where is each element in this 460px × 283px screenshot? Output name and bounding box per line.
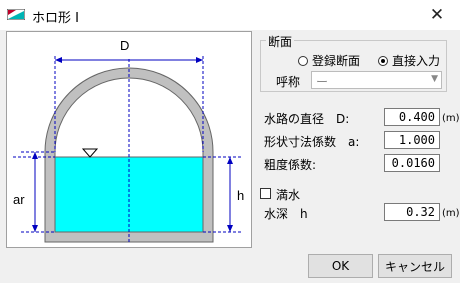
cross-section-diagram: D ar h — [6, 31, 252, 248]
radio-registered-label: 登録断面 — [312, 54, 361, 68]
radio-direct-dot[interactable] — [378, 55, 388, 66]
label-d: D — [120, 38, 129, 53]
full-water-checkbox[interactable] — [260, 188, 271, 199]
label-h: h — [237, 188, 244, 203]
name-select[interactable]: ー ▼ — [311, 71, 442, 89]
shape-coef-label: 形状寸法係数 a: — [264, 135, 360, 149]
full-water-label: 満水 — [276, 188, 301, 202]
cancel-label: キャンセル — [384, 259, 445, 274]
radio-registered-section[interactable]: 登録断面 — [298, 52, 360, 69]
depth-unit: (m) — [442, 208, 460, 219]
radio-direct-label: 直接入力 — [392, 54, 441, 68]
radio-registered-dot[interactable] — [298, 55, 308, 66]
roughness-label: 粗度係数: — [264, 158, 317, 172]
name-select-value: ー — [316, 75, 329, 89]
depth-field[interactable]: 0.32 — [384, 203, 440, 221]
shape-coef-field[interactable]: 1.000 — [384, 131, 440, 149]
ok-button[interactable]: OK — [308, 254, 373, 278]
label-ar: ar — [13, 192, 25, 207]
ok-label: OK — [331, 259, 350, 273]
cancel-button[interactable]: キャンセル — [378, 254, 452, 278]
section-group-label: 断面 — [266, 33, 295, 50]
depth-label: 水深 h — [264, 207, 308, 221]
diameter-label: 水路の直径 D: — [264, 112, 350, 126]
diameter-field[interactable]: 0.400 — [384, 108, 440, 126]
close-icon: ✕ — [429, 5, 445, 25]
radio-direct-input[interactable]: 直接入力 — [378, 52, 440, 69]
app-icon — [7, 9, 25, 20]
diameter-unit: (m) — [442, 113, 460, 124]
chevron-down-icon[interactable]: ▼ — [431, 74, 438, 84]
window-title: ホロ形 I — [32, 11, 79, 26]
title-bar: ホロ形 I ✕ — [0, 0, 460, 30]
close-button[interactable]: ✕ — [414, 0, 460, 30]
name-label: 呼称 — [276, 75, 301, 89]
roughness-field[interactable]: 0.0160 — [384, 154, 440, 172]
